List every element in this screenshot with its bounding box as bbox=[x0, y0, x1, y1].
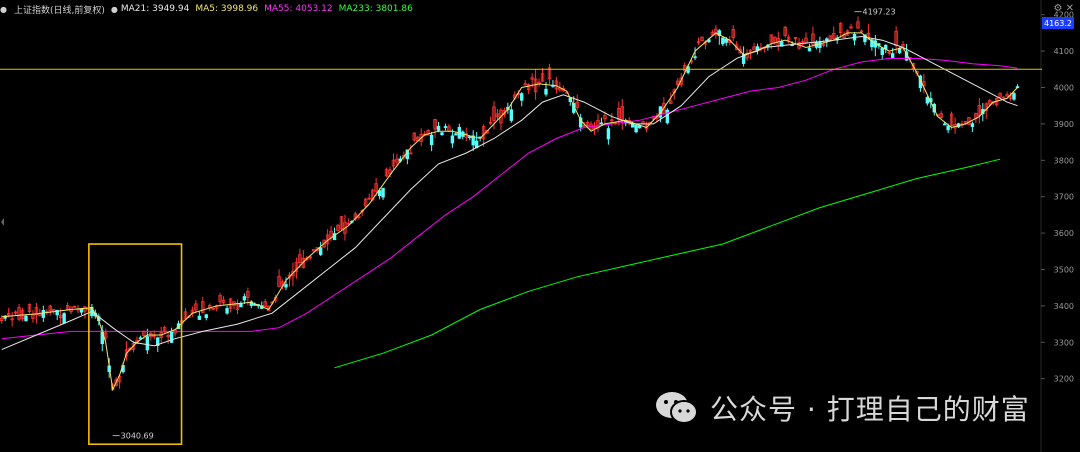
candle-body bbox=[468, 136, 472, 139]
candle-body bbox=[225, 308, 229, 314]
candle-body bbox=[520, 93, 524, 101]
y-tick-label-3900: 3900 bbox=[1054, 120, 1074, 129]
candle-body bbox=[145, 336, 150, 351]
y-tick-label-3800: 3800 bbox=[1054, 156, 1074, 165]
candle-body bbox=[79, 308, 84, 313]
indicator-header: ● 上证指数(日线,前复权) ● MA21: 3949.94 MA5: 3998… bbox=[0, 2, 419, 16]
current-price-label: 4163.2 bbox=[1044, 19, 1072, 28]
ma21-line bbox=[1, 35, 1018, 351]
ma5-legend: MA5: 3998.96 bbox=[195, 4, 259, 14]
y-tick-label-4000: 4000 bbox=[1054, 84, 1074, 93]
candle-body bbox=[429, 134, 434, 146]
candle-body bbox=[62, 313, 66, 324]
candle-body bbox=[443, 126, 448, 128]
watermark: 公众号 · 打理自己的财富 bbox=[654, 388, 1030, 428]
candle-body bbox=[381, 187, 385, 198]
candle-body bbox=[890, 53, 895, 59]
candle-body bbox=[818, 41, 822, 49]
y-tick-label-3500: 3500 bbox=[1054, 266, 1074, 275]
candle-body bbox=[880, 47, 884, 55]
ma-settings-dot-icon[interactable]: ● bbox=[111, 5, 118, 14]
candle-body bbox=[970, 123, 975, 127]
candle-body bbox=[925, 97, 930, 104]
y-tick-label-3600: 3600 bbox=[1054, 229, 1074, 238]
candle-body bbox=[440, 132, 444, 136]
ma233-line bbox=[334, 158, 1001, 369]
chart-title: 上证指数(日线,前复权) bbox=[13, 5, 105, 16]
candle-body bbox=[606, 128, 611, 140]
candle-body bbox=[409, 152, 413, 155]
scroll-left-icon[interactable] bbox=[1, 218, 4, 226]
candle-body bbox=[454, 133, 458, 136]
candle-body bbox=[1012, 93, 1016, 100]
settings-dot-icon[interactable]: ● bbox=[0, 5, 7, 14]
candle-body bbox=[724, 38, 728, 43]
y-tick-label-3200: 3200 bbox=[1054, 375, 1074, 384]
candle-body bbox=[599, 122, 604, 125]
candle-body bbox=[284, 284, 288, 288]
candle-body bbox=[942, 123, 947, 126]
wechat-icon bbox=[656, 392, 698, 424]
ma233-legend: MA233: 3801.86 bbox=[338, 4, 413, 14]
ma21-legend: MA21: 3949.94 bbox=[120, 4, 190, 14]
candle-body bbox=[807, 47, 812, 52]
annotation-label: 4197.23 bbox=[863, 8, 896, 17]
annotation-label: 3040.69 bbox=[121, 432, 154, 441]
candle-body bbox=[169, 331, 174, 343]
candle-body bbox=[436, 125, 441, 131]
candle-body bbox=[946, 125, 950, 131]
candle-body bbox=[41, 310, 46, 318]
candle-body bbox=[825, 38, 829, 41]
y-tick-label-4100: 4100 bbox=[1054, 47, 1074, 56]
candlestick-chart: 3200 3300 3400 3500 3600 3700 3800 3900 4000 4100… bbox=[0, 0, 1080, 452]
chart-canvas: 3200 3300 3400 3500 3600 3700 3800 3900 4000 4100… bbox=[0, 0, 1074, 452]
close-icon[interactable]: ✕ bbox=[1066, 3, 1074, 14]
candle-body bbox=[693, 56, 697, 59]
candle-body bbox=[450, 135, 455, 144]
candle-body bbox=[665, 109, 670, 124]
candle-body bbox=[24, 315, 28, 322]
candle-body bbox=[197, 315, 202, 320]
watermark-text: 公众号 · 打理自己的财富 bbox=[710, 393, 1030, 426]
candle-body bbox=[544, 88, 548, 95]
y-tick-label-3300: 3300 bbox=[1054, 338, 1074, 347]
panel-controls: ⚙ ✕ bbox=[1053, 3, 1074, 14]
ma55-line bbox=[1, 57, 1018, 340]
y-tick-label-3700: 3700 bbox=[1054, 193, 1074, 202]
candle-body bbox=[242, 296, 247, 301]
candle-body bbox=[509, 109, 514, 121]
candle-body bbox=[721, 37, 725, 45]
candle-body bbox=[204, 314, 208, 319]
y-tick-label-3400: 3400 bbox=[1054, 302, 1074, 311]
candle-body bbox=[634, 124, 638, 133]
gear-icon[interactable]: ⚙ bbox=[1053, 3, 1062, 14]
candle-body bbox=[318, 247, 323, 255]
candle-body bbox=[239, 303, 243, 308]
ma55-legend: MA55: 4053.12 bbox=[264, 4, 333, 14]
